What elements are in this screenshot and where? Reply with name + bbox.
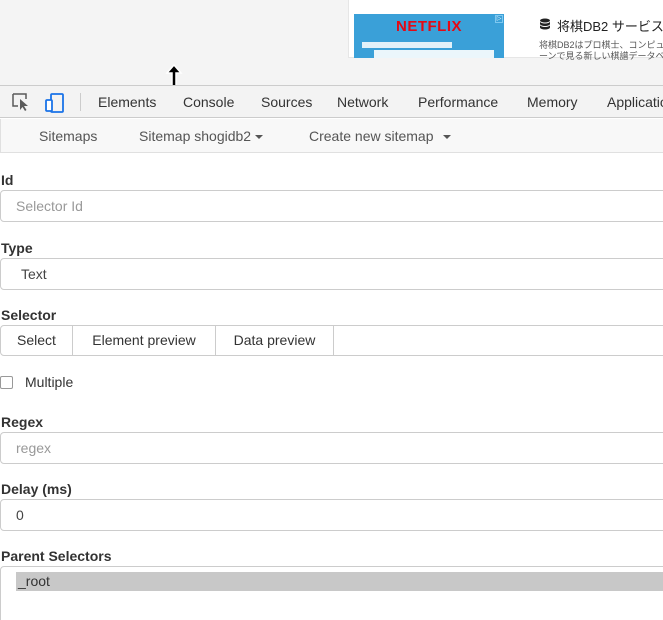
caret-down-icon	[442, 135, 451, 140]
parent-selectors-listbox[interactable]: _root	[0, 566, 663, 620]
device-toolbar-icon[interactable]	[44, 93, 66, 113]
tab-console[interactable]: Console	[183, 94, 234, 110]
ad-image[interactable]: NETFLIX ▷	[354, 14, 504, 58]
delay-label: Delay (ms)	[1, 481, 72, 497]
adchoices-icon[interactable]: ▷	[495, 15, 503, 23]
ad-artwork-stripe	[362, 42, 452, 48]
inspect-element-icon[interactable]	[12, 93, 32, 111]
type-label: Type	[1, 240, 33, 256]
type-select[interactable]: Text	[0, 258, 663, 290]
tab-application[interactable]: Application	[607, 94, 663, 110]
devtools-toolbar: Elements Console Sources Network Perform…	[0, 85, 663, 118]
ad-artwork-stripe	[374, 50, 494, 58]
tab-performance[interactable]: Performance	[418, 94, 498, 110]
regex-input[interactable]	[0, 432, 663, 464]
nav-sitemap-label[interactable]: Sitemap shogidb2	[139, 128, 251, 144]
ad-title-text[interactable]: 将棋DB2 サービス	[557, 19, 663, 34]
delay-input[interactable]: 0	[0, 499, 663, 531]
regex-label: Regex	[1, 414, 44, 430]
tab-elements[interactable]: Elements	[98, 94, 156, 110]
tab-sources[interactable]: Sources	[261, 94, 312, 110]
tab-memory[interactable]: Memory	[527, 94, 578, 110]
multiple-label: Multiple	[25, 374, 74, 390]
selector-button-group: Select Element preview Data preview	[0, 325, 663, 356]
data-preview-button[interactable]: Data preview	[216, 326, 334, 355]
caret-down-icon	[255, 135, 264, 140]
ad-title[interactable]: 将棋DB2 サービス	[539, 16, 663, 35]
ad-description: 将棋DB2はプロ棋士、コンピュ ーンで見る新しい棋譜データベ	[539, 40, 663, 62]
nav-sitemaps[interactable]: Sitemaps	[39, 128, 97, 144]
nav-create-sitemap-label[interactable]: Create new sitemap	[309, 128, 434, 144]
multiple-checkbox[interactable]	[0, 376, 13, 389]
selector-label: Selector	[1, 307, 57, 323]
ad-panel[interactable]: NETFLIX ▷ 将棋DB2 サービス 将棋DB2はプロ棋士、コンピュ ーンで…	[348, 0, 663, 61]
parent-selectors-label: Parent Selectors	[1, 548, 112, 564]
netflix-logo: NETFLIX	[396, 18, 462, 35]
tab-network[interactable]: Network	[337, 94, 388, 110]
nav-create-sitemap-dropdown[interactable]: Create new sitemap	[309, 128, 451, 144]
toolbar-separator	[80, 93, 81, 111]
webpage-viewport: NETFLIX ▷ 将棋DB2 サービス 将棋DB2はプロ棋士、コンピュ ーンで…	[0, 0, 663, 85]
parent-selector-option[interactable]: _root	[16, 572, 663, 591]
selector-id-input[interactable]	[0, 190, 663, 222]
ad-description-line: ーンで見る新しい棋譜データベ	[539, 51, 663, 61]
id-label: Id	[1, 172, 14, 188]
select-button[interactable]: Select	[1, 326, 73, 355]
scraper-navbar: Sitemaps Sitemap shogidb2 Create new sit…	[0, 119, 663, 153]
nav-sitemap-dropdown[interactable]: Sitemap shogidb2	[139, 128, 264, 144]
element-preview-button[interactable]: Element preview	[73, 326, 216, 355]
ad-description-line: 将棋DB2はプロ棋士、コンピュ	[539, 40, 663, 50]
